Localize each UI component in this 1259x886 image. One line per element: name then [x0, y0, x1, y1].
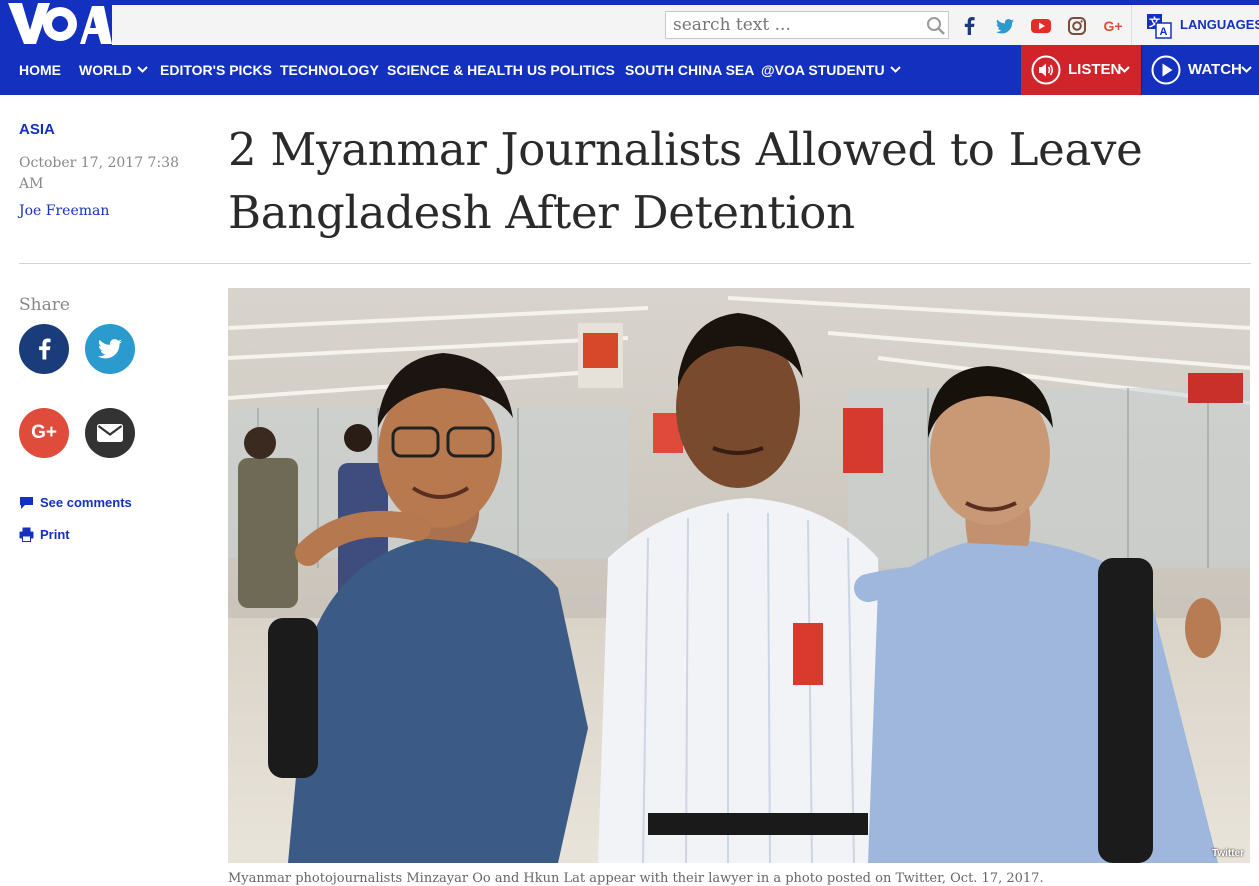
nav-item-label: US POLITICS — [527, 62, 615, 78]
photo-credit: Twitter — [1211, 848, 1244, 859]
google-plus-icon: G+ — [31, 422, 57, 443]
search-icon[interactable] — [926, 16, 946, 36]
nav-item-world[interactable]: WORLD — [79, 45, 148, 95]
play-icon — [1151, 55, 1181, 85]
nav-item-label: SOUTH CHINA SEA — [625, 62, 755, 78]
svg-text:A: A — [1160, 26, 1168, 38]
google-plus-label: G+ — [1103, 18, 1123, 34]
nav-item-voa-studentu[interactable]: @VOA STUDENTU — [761, 45, 901, 95]
article-author[interactable]: Joe Freeman — [19, 203, 109, 219]
nav-item-label: WORLD — [79, 62, 132, 78]
nav-item-technology[interactable]: TECHNOLOGY — [280, 45, 379, 95]
nav-item-editors-picks[interactable]: EDITOR'S PICKS — [160, 45, 272, 95]
print-label: Print — [40, 527, 70, 542]
chevron-down-icon — [1241, 66, 1252, 73]
facebook-icon — [39, 338, 51, 360]
chevron-down-icon — [1119, 66, 1130, 73]
languages-link[interactable]: LANGUAGES — [1180, 17, 1259, 32]
nav-item-label: EDITOR'S PICKS — [160, 62, 272, 78]
share-google-plus-button[interactable]: G+ — [19, 408, 69, 458]
nav-item-label: SCIENCE & HEALTH — [387, 62, 523, 78]
print-icon — [19, 527, 34, 542]
voa-logo[interactable] — [0, 0, 112, 45]
languages-icon[interactable]: 文 A — [1146, 13, 1172, 39]
nav-item-science-health[interactable]: SCIENCE & HEALTH — [387, 45, 523, 95]
nav-item-south-china-sea[interactable]: SOUTH CHINA SEA — [625, 45, 754, 95]
share-label: Share — [19, 295, 70, 315]
share-email-button[interactable] — [85, 408, 135, 458]
nav-item-label: @VOA STUDENTU — [761, 62, 885, 78]
google-plus-icon[interactable]: G+ — [1101, 15, 1125, 37]
article-date: October 17, 2017 7:38 AM — [19, 155, 179, 192]
twitter-icon[interactable] — [994, 15, 1016, 37]
see-comments-link[interactable]: See comments — [19, 495, 132, 510]
article-category[interactable]: ASIA — [19, 121, 55, 138]
comment-icon — [20, 496, 33, 509]
listen-button[interactable]: LISTEN — [1021, 45, 1141, 95]
see-comments-label: See comments — [40, 495, 132, 510]
nav-item-label: HOME — [19, 62, 61, 78]
search-input[interactable] — [665, 11, 949, 39]
share-twitter-button[interactable] — [85, 324, 135, 374]
instagram-icon[interactable] — [1066, 15, 1088, 37]
facebook-icon[interactable] — [958, 15, 980, 37]
article-photo: Twitter — [228, 288, 1250, 863]
share-facebook-button[interactable] — [19, 324, 69, 374]
speaker-icon — [1031, 55, 1061, 85]
watch-button[interactable]: WATCH — [1142, 45, 1259, 95]
print-link[interactable]: Print — [19, 527, 70, 542]
chevron-down-icon — [889, 66, 901, 74]
listen-label: LISTEN — [1068, 61, 1122, 78]
nav-item-label: TECHNOLOGY — [280, 62, 379, 78]
divider — [19, 263, 1251, 264]
header-divider — [1131, 5, 1132, 45]
youtube-icon[interactable] — [1030, 15, 1052, 37]
chevron-down-icon — [137, 66, 148, 74]
article-headline: 2 Myanmar Journalists Allowed to Leave B… — [228, 123, 1143, 239]
watch-label: WATCH — [1188, 61, 1242, 78]
nav-item-home[interactable]: HOME — [19, 45, 61, 95]
nav-item-us-politics[interactable]: US POLITICS — [527, 45, 615, 95]
twitter-icon — [98, 339, 122, 359]
email-icon — [97, 424, 123, 442]
